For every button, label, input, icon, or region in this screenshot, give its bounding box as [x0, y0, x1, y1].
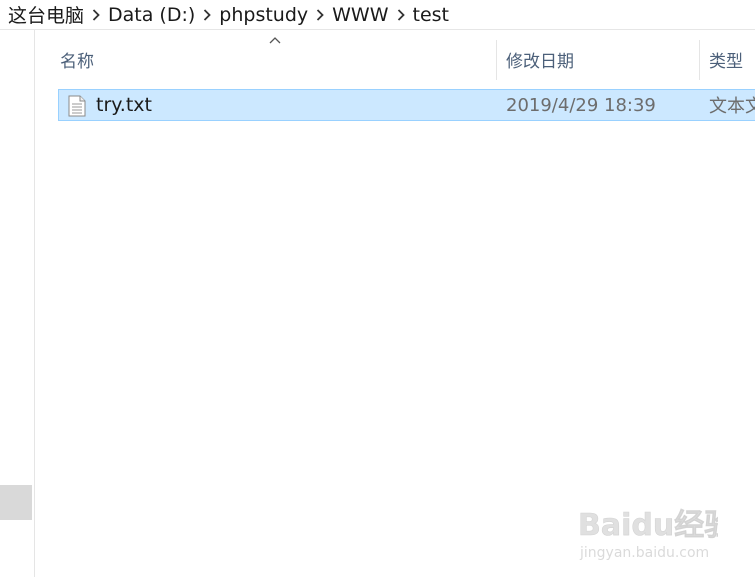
- file-list: 名称 修改日期 类型 try.txt 2019/4/29 18:39 文本文: [36, 30, 755, 577]
- column-header-date-label: 修改日期: [506, 51, 574, 72]
- file-name: try.txt: [96, 94, 152, 116]
- chevron-right-icon[interactable]: [389, 8, 413, 21]
- breadcrumb-item-test[interactable]: test: [413, 4, 450, 26]
- file-date-modified: 2019/4/29 18:39: [506, 94, 656, 116]
- column-header-name[interactable]: 名称: [60, 38, 497, 80]
- file-type: 文本文: [709, 96, 755, 117]
- chevron-right-icon[interactable]: [195, 8, 219, 21]
- navigation-scrollbar-thumb[interactable]: [0, 485, 32, 520]
- breadcrumb: 这台电脑 Data (D:) phpstudy WWW test: [0, 0, 755, 30]
- column-header-type[interactable]: 类型: [709, 38, 755, 80]
- column-divider[interactable]: [699, 40, 700, 80]
- chevron-right-icon[interactable]: [308, 8, 332, 21]
- column-header-type-label: 类型: [709, 51, 743, 72]
- baidu-jingyan-watermark-logo: Baidu经验 jingyan.baidu.com: [578, 508, 718, 561]
- breadcrumb-item-www[interactable]: WWW: [332, 4, 388, 26]
- watermark-url: jingyan.baidu.com: [579, 545, 709, 561]
- navigation-pane: [0, 30, 35, 577]
- watermark-brand: Baidu经验: [578, 508, 718, 543]
- column-header-name-label: 名称: [60, 51, 94, 72]
- breadcrumb-item-phpstudy[interactable]: phpstudy: [219, 4, 308, 26]
- file-row-selected[interactable]: try.txt 2019/4/29 18:39 文本文: [58, 89, 755, 121]
- column-divider[interactable]: [496, 40, 497, 80]
- text-file-icon: [68, 95, 86, 117]
- breadcrumb-item-this-pc[interactable]: 这台电脑: [8, 1, 84, 28]
- column-header-date-modified[interactable]: 修改日期: [506, 38, 709, 80]
- breadcrumb-item-data-drive[interactable]: Data (D:): [108, 4, 195, 26]
- file-explorer-window: 这台电脑 Data (D:) phpstudy WWW test 名称 修改日期: [0, 0, 755, 577]
- chevron-right-icon[interactable]: [84, 8, 108, 21]
